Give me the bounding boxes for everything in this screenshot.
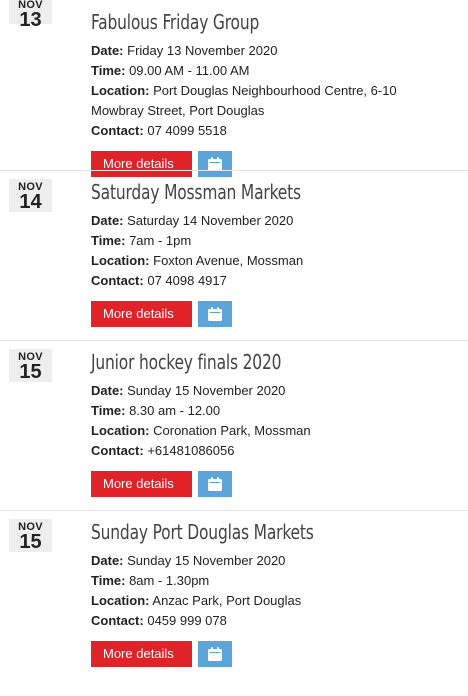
event-location: Location: Coronation Park, Mossman (91, 423, 311, 438)
event-item: NOV 14 Saturday Mossman Markets Date: Sa… (0, 170, 468, 340)
more-details-button[interactable]: More details (91, 301, 192, 327)
event-date: Date: Sunday 15 November 2020 (91, 383, 286, 398)
event-date: Date: Friday 13 November 2020 (91, 43, 278, 58)
event-location: Location: Anzac Park, Port Douglas (91, 593, 302, 608)
event-item: NOV 15 Junior hockey finals 2020 Date: S… (0, 340, 468, 510)
event-item: NOV 13 Fabulous Friday Group Date: Frida… (0, 0, 468, 177)
event-date: Date: Sunday 15 November 2020 (91, 553, 286, 568)
date-day: 15 (19, 531, 42, 553)
calendar-icon (208, 647, 222, 661)
date-badge: NOV 13 (9, 0, 52, 30)
event-time: Time: 8.30 am - 12.00 (91, 403, 221, 418)
event-contact: Contact: 07 4098 4917 (91, 273, 227, 288)
calendar-icon (208, 307, 222, 321)
date-badge: NOV 15 (9, 349, 52, 382)
event-location: Location: Port Douglas Neighbourhood Cen… (91, 83, 397, 118)
date-day: 14 (19, 191, 42, 213)
date-badge: NOV 15 (9, 519, 52, 552)
event-title[interactable]: Fabulous Friday Group (91, 9, 401, 35)
add-to-calendar-button[interactable] (198, 301, 232, 327)
calendar-icon (208, 477, 222, 491)
event-date: Date: Saturday 14 November 2020 (91, 213, 294, 228)
add-to-calendar-button[interactable] (198, 641, 232, 667)
date-badge: NOV 14 (9, 179, 52, 212)
event-title[interactable]: Saturday Mossman Markets (91, 179, 401, 205)
calendar-icon (208, 157, 222, 171)
event-time: Time: 8am - 1.30pm (91, 573, 210, 588)
date-day: 15 (19, 361, 42, 383)
event-location: Location: Foxton Avenue, Mossman (91, 253, 304, 268)
event-title[interactable]: Sunday Port Douglas Markets (91, 519, 401, 545)
event-item: NOV 15 Sunday Port Douglas Markets Date:… (0, 510, 468, 680)
date-day: 13 (19, 9, 42, 31)
event-contact: Contact: 0459 999 078 (91, 613, 227, 628)
more-details-button[interactable]: More details (91, 471, 192, 497)
add-to-calendar-button[interactable] (198, 471, 232, 497)
more-details-button[interactable]: More details (91, 641, 192, 667)
event-title[interactable]: Junior hockey finals 2020 (91, 349, 401, 375)
event-time: Time: 7am - 1pm (91, 233, 192, 248)
event-time: Time: 09.00 AM - 11.00 AM (91, 63, 250, 78)
event-list: NOV 13 Fabulous Friday Group Date: Frida… (0, 0, 468, 680)
event-contact: Contact: +61481086056 (91, 443, 235, 458)
event-contact: Contact: 07 4099 5518 (91, 123, 227, 138)
